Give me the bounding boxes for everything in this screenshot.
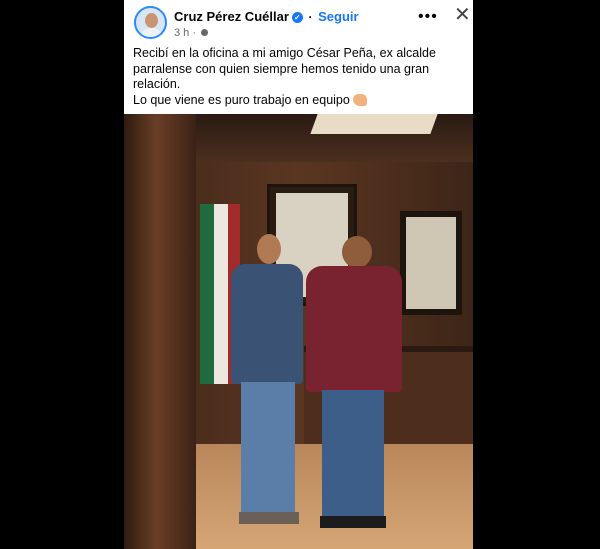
photo-person-right: [304, 236, 404, 536]
photo-ceiling-light: [310, 114, 438, 134]
photo-person-left: [227, 234, 305, 549]
follow-button[interactable]: Seguir: [318, 9, 358, 24]
avatar-body: [140, 28, 163, 37]
author-name[interactable]: Cruz Pérez Cuéllar: [174, 9, 289, 24]
photo-wood-pillar: [124, 114, 196, 549]
meta-separator: ·: [192, 27, 197, 39]
person-left-shoes: [239, 512, 299, 524]
person-left-shirt: [231, 264, 303, 384]
post-meta: 3 h ·: [174, 27, 209, 39]
separator: ·: [308, 10, 313, 24]
post-photo[interactable]: [124, 114, 473, 549]
photo-historic-portrait-art: [406, 217, 456, 309]
post-text: Recibí en la oficina a mi amigo César Pe…: [133, 46, 468, 108]
photo-historic-portrait-frame: [400, 211, 462, 315]
post-text-line-2: Lo que viene es puro trabajo en equipo: [133, 92, 350, 107]
verified-badge-icon: ✓: [291, 12, 303, 23]
person-right-head: [342, 236, 372, 268]
person-left-head: [257, 234, 281, 264]
flag-green: [200, 204, 214, 384]
author-line: Cruz Pérez Cuéllar ✓ · Seguir: [174, 9, 359, 24]
avatar[interactable]: [134, 6, 167, 39]
audience-icon: [201, 29, 209, 36]
post-time[interactable]: 3 h: [174, 27, 189, 39]
post-text-line-1: Recibí en la oficina a mi amigo César Pe…: [133, 46, 436, 91]
flag-white: [214, 204, 228, 384]
person-right-shoes: [320, 516, 386, 528]
post-header: Cruz Pérez Cuéllar ✓ · Seguir 3 h · ••• ✕: [124, 0, 473, 46]
post-text-line-2-wrap: Lo que viene es puro trabajo en equipo: [133, 93, 468, 109]
close-icon[interactable]: ✕: [454, 5, 471, 25]
avatar-face: [145, 13, 158, 28]
person-right-shirt: [306, 266, 402, 392]
more-options-icon[interactable]: •••: [418, 8, 438, 26]
person-right-jeans: [322, 390, 384, 516]
person-left-jeans: [241, 382, 295, 512]
post-card: Cruz Pérez Cuéllar ✓ · Seguir 3 h · ••• ✕…: [124, 0, 473, 549]
flexed-biceps-icon: [352, 93, 367, 106]
